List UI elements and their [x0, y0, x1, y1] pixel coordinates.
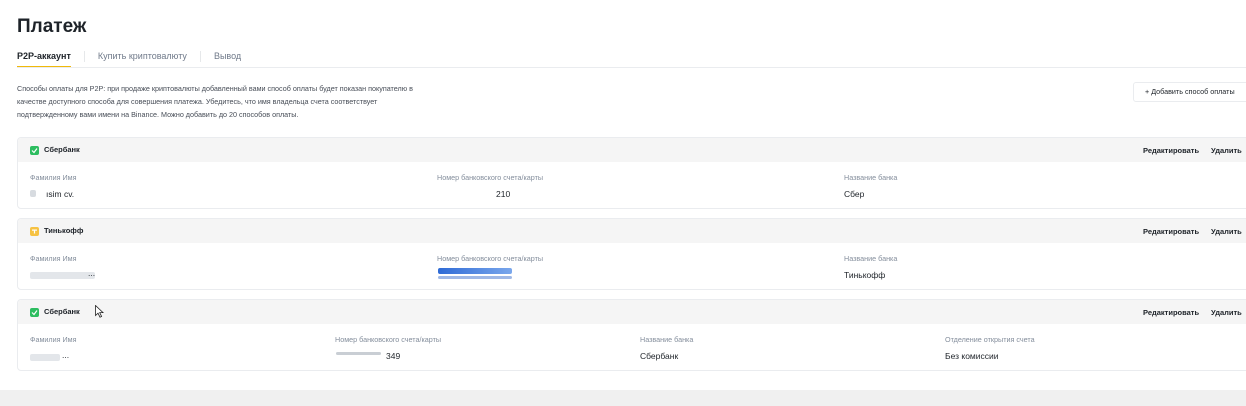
field-label-bank-name: Название банка	[640, 335, 694, 344]
tabs-bar: P2P-аккаунт Купить криптовалюту Вывод	[17, 50, 241, 68]
field-value-bank-name: Сбербанк	[640, 351, 679, 361]
field-value-full-name: ...	[62, 350, 70, 360]
add-payment-method-button[interactable]: + Добавить способ оплаты	[1133, 82, 1246, 102]
sberbank-icon	[30, 146, 39, 155]
redacted-text	[30, 354, 60, 361]
card-bank-name: Сбербанк	[44, 145, 80, 154]
field-label-full-name: Фамилия Имя	[30, 173, 77, 182]
field-value-account-number: 210	[496, 189, 511, 199]
field-label-account-number: Номер банковского счета/карты	[437, 254, 544, 263]
page-bottom-strip	[0, 390, 1246, 406]
payment-card-tinkoff: Тинькофф Редактировать Удалить Фамилия И…	[17, 218, 1246, 290]
redacted-text	[30, 190, 36, 197]
edit-button[interactable]: Редактировать	[1143, 146, 1199, 155]
redacted-text	[336, 352, 381, 355]
card-header: Сбербанк Редактировать Удалить	[18, 300, 1246, 324]
field-label-bank-name: Название банка	[844, 254, 898, 263]
tab-p2p-account[interactable]: P2P-аккаунт	[17, 50, 71, 68]
delete-button[interactable]: Удалить	[1211, 308, 1242, 317]
mouse-cursor-icon	[95, 305, 104, 318]
tab-withdraw[interactable]: Вывод	[214, 50, 241, 68]
field-value-bank-name: Сбер	[844, 189, 865, 199]
redacted-text	[30, 272, 95, 279]
payment-card-sberbank-1: Сбербанк Редактировать Удалить Фамилия И…	[17, 137, 1246, 209]
field-label-account-number: Номер банковского счета/карты	[335, 335, 442, 344]
redacted-account-number	[438, 268, 512, 274]
tab-divider	[83, 51, 85, 62]
edit-button[interactable]: Редактировать	[1143, 308, 1199, 317]
field-label-account-number: Номер банковского счета/карты	[437, 173, 544, 182]
p2p-description: Способы оплаты для P2P: при продаже крип…	[17, 84, 413, 119]
sberbank-icon	[30, 308, 39, 317]
field-value-bank-name: Тинькофф	[844, 270, 886, 280]
tabs-divider-line	[17, 67, 1246, 68]
card-bank-name: Тинькофф	[44, 226, 84, 235]
delete-button[interactable]: Удалить	[1211, 227, 1242, 236]
field-value-full-name: ...	[88, 268, 96, 278]
redacted-text	[438, 276, 512, 279]
field-label-full-name: Фамилия Имя	[30, 335, 77, 344]
card-bank-name: Сбербанк	[44, 307, 80, 316]
tab-buy-crypto[interactable]: Купить криптовалюту	[98, 50, 187, 68]
card-header: Сбербанк Редактировать Удалить	[18, 138, 1246, 162]
page-title: Платеж	[17, 16, 87, 37]
field-label-bank-name: Название банка	[844, 173, 898, 182]
tab-divider	[199, 51, 201, 62]
payment-page: Платеж P2P-аккаунт Купить криптовалюту В…	[0, 0, 1246, 390]
field-label-full-name: Фамилия Имя	[30, 254, 77, 263]
delete-button[interactable]: Удалить	[1211, 146, 1242, 155]
tinkoff-icon	[30, 227, 39, 236]
card-header: Тинькофф Редактировать Удалить	[18, 219, 1246, 243]
field-label-branch: Отделение открытия счета	[945, 335, 1035, 344]
field-value-branch: Без комиссии	[945, 351, 999, 361]
edit-button[interactable]: Редактировать	[1143, 227, 1199, 236]
payment-card-sberbank-2: Сбербанк Редактировать Удалить Фамилия И…	[17, 299, 1246, 371]
field-value-account-number: 349	[386, 351, 401, 361]
field-value-full-name: ısim cv.	[46, 189, 75, 199]
